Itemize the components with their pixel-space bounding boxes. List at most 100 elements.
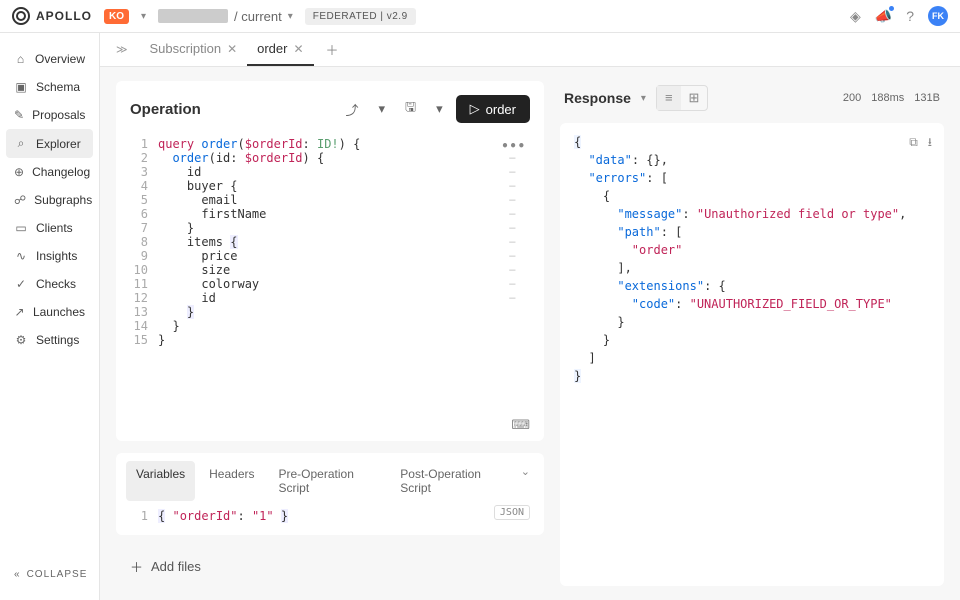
code-line[interactable]: query order($orderId: ID!) { bbox=[158, 137, 530, 151]
sidebar: ⌂Overview▣Schema✎Proposals⌕Explorer⊕Chan… bbox=[0, 33, 100, 600]
more-icon[interactable]: ••• bbox=[501, 139, 526, 153]
fold-icon[interactable]: − bbox=[509, 193, 530, 207]
breadcrumb[interactable]: / current ▾ bbox=[158, 9, 293, 24]
tab-label: order bbox=[257, 41, 287, 56]
share-icon[interactable]: ⤴ bbox=[338, 95, 365, 124]
fold-icon[interactable]: − bbox=[509, 221, 530, 235]
close-icon[interactable]: ✕ bbox=[293, 42, 303, 56]
insights-icon: ∿ bbox=[14, 249, 28, 263]
variables-content[interactable]: { "orderId": "1" } bbox=[158, 509, 494, 523]
sidebar-item-launches[interactable]: ↗Launches bbox=[6, 298, 93, 326]
download-icon[interactable]: ⭳ bbox=[928, 133, 932, 151]
code-line[interactable]: email bbox=[158, 193, 509, 207]
fold-icon[interactable]: − bbox=[509, 235, 530, 249]
subgraphs-icon: ☍ bbox=[14, 193, 26, 207]
vars-tab-variables[interactable]: Variables bbox=[126, 461, 195, 501]
add-files-button[interactable]: ＋ Add files bbox=[116, 547, 544, 586]
code-line[interactable]: price bbox=[158, 249, 509, 263]
code-line[interactable]: } bbox=[158, 305, 530, 319]
response-body[interactable]: ⧉ ⭳ { "data": {}, "errors": [ { "message… bbox=[560, 123, 944, 586]
code-line[interactable]: } bbox=[158, 221, 509, 235]
clients-icon: ▭ bbox=[14, 221, 28, 235]
response-line: "code": "UNAUTHORIZED_FIELD_OR_TYPE" bbox=[574, 295, 930, 313]
fold-icon[interactable]: − bbox=[509, 179, 530, 193]
vars-tab-pre-operation-script[interactable]: Pre-Operation Script bbox=[269, 461, 387, 501]
sidebar-item-label: Launches bbox=[33, 305, 85, 319]
vars-tab-post-operation-script[interactable]: Post-Operation Script bbox=[390, 461, 513, 501]
response-title: Response bbox=[564, 90, 631, 106]
fold-icon[interactable]: − bbox=[509, 249, 530, 263]
sidebar-item-changelog[interactable]: ⊕Changelog bbox=[6, 158, 93, 186]
sidebar-item-label: Schema bbox=[36, 80, 80, 94]
chevron-down-icon[interactable]: ▾ bbox=[288, 11, 293, 22]
add-tab-button[interactable]: ＋ bbox=[318, 36, 347, 63]
sidebar-item-settings[interactable]: ⚙Settings bbox=[6, 326, 93, 354]
org-badge[interactable]: KO bbox=[104, 9, 129, 24]
announcements-icon[interactable]: 📣 bbox=[875, 8, 892, 25]
play-icon: ▷ bbox=[470, 101, 480, 117]
tab-subscription[interactable]: Subscription ✕ bbox=[140, 33, 248, 66]
collapse-sidebar-button[interactable]: « COLLAPSE bbox=[6, 561, 93, 588]
share-chevron-icon[interactable]: ▾ bbox=[372, 96, 393, 122]
sidebar-item-label: Clients bbox=[36, 221, 73, 235]
response-line: } bbox=[574, 367, 930, 385]
operation-editor[interactable]: ••• 1query order($orderId: ID!) {2 order… bbox=[116, 137, 544, 417]
line-number: 6 bbox=[130, 207, 158, 221]
json-view-button[interactable]: ≡ bbox=[657, 86, 681, 110]
code-line[interactable]: colorway bbox=[158, 277, 509, 291]
fold-icon[interactable]: − bbox=[509, 207, 530, 221]
line-number: 1 bbox=[130, 509, 158, 523]
code-line[interactable]: } bbox=[158, 319, 530, 333]
fold-icon[interactable]: − bbox=[509, 151, 530, 165]
org-chevron-icon[interactable]: ▾ bbox=[141, 11, 146, 22]
code-line[interactable]: id bbox=[158, 291, 509, 305]
close-icon[interactable]: ✕ bbox=[227, 42, 237, 56]
variables-editor[interactable]: JSON 1 { "orderId": "1" } bbox=[116, 501, 544, 535]
header-actions: ◈ 📣 ? FK bbox=[850, 6, 948, 26]
tab-order[interactable]: order ✕ bbox=[247, 33, 313, 66]
line-number: 10 bbox=[130, 263, 158, 277]
vars-tab-headers[interactable]: Headers bbox=[199, 461, 264, 501]
response-chevron-icon[interactable]: ▾ bbox=[641, 93, 646, 104]
sidebar-item-subgraphs[interactable]: ☍Subgraphs bbox=[6, 186, 93, 214]
sidebar-item-checks[interactable]: ✓Checks bbox=[6, 270, 93, 298]
sidebar-item-schema[interactable]: ▣Schema bbox=[6, 73, 93, 101]
tabs-drag-icon[interactable]: ≫ bbox=[116, 43, 128, 56]
copy-icon[interactable]: ⧉ bbox=[909, 133, 918, 151]
run-button[interactable]: ▷ order bbox=[456, 95, 530, 123]
code-line[interactable]: id bbox=[158, 165, 509, 179]
collapse-vars-icon[interactable]: ⌄ bbox=[517, 461, 534, 501]
code-line[interactable]: size bbox=[158, 263, 509, 277]
response-header: Response ▾ ≡ ⊞ 200 188ms 131B bbox=[560, 81, 944, 123]
code-line[interactable]: order(id: $orderId) { bbox=[158, 151, 509, 165]
fold-icon[interactable]: − bbox=[509, 165, 530, 179]
line-number: 9 bbox=[130, 249, 158, 263]
response-actions: ⧉ ⭳ bbox=[909, 133, 932, 151]
code-line[interactable]: } bbox=[158, 333, 530, 347]
fold-icon[interactable]: − bbox=[509, 263, 530, 277]
left-panel: Operation ⤴ ▾ 🖫 ▾ ▷ order bbox=[116, 81, 544, 586]
prettify-icon[interactable]: ⌨ bbox=[511, 417, 544, 441]
apps-icon[interactable]: ◈ bbox=[850, 8, 861, 25]
explorer-icon: ⌕ bbox=[14, 136, 28, 151]
response-time: 188ms bbox=[871, 92, 904, 104]
line-number: 12 bbox=[130, 291, 158, 305]
sidebar-item-proposals[interactable]: ✎Proposals bbox=[6, 101, 93, 129]
save-icon[interactable]: 🖫 bbox=[398, 93, 423, 125]
add-files-label: Add files bbox=[151, 559, 201, 574]
code-line[interactable]: items { bbox=[158, 235, 509, 249]
code-line[interactable]: buyer { bbox=[158, 179, 509, 193]
fold-icon[interactable]: − bbox=[509, 277, 530, 291]
sidebar-item-overview[interactable]: ⌂Overview bbox=[6, 45, 93, 73]
sidebar-item-insights[interactable]: ∿Insights bbox=[6, 242, 93, 270]
sidebar-item-clients[interactable]: ▭ Clients bbox=[6, 214, 93, 242]
table-view-button[interactable]: ⊞ bbox=[681, 86, 708, 110]
tab-label: Subscription bbox=[150, 41, 222, 56]
sidebar-item-explorer[interactable]: ⌕Explorer bbox=[6, 129, 93, 158]
code-line[interactable]: firstName bbox=[158, 207, 509, 221]
avatar[interactable]: FK bbox=[928, 6, 948, 26]
help-icon[interactable]: ? bbox=[906, 8, 914, 24]
save-chevron-icon[interactable]: ▾ bbox=[429, 96, 450, 122]
fold-icon[interactable]: − bbox=[509, 291, 530, 305]
response-line: "data": {}, bbox=[574, 151, 930, 169]
